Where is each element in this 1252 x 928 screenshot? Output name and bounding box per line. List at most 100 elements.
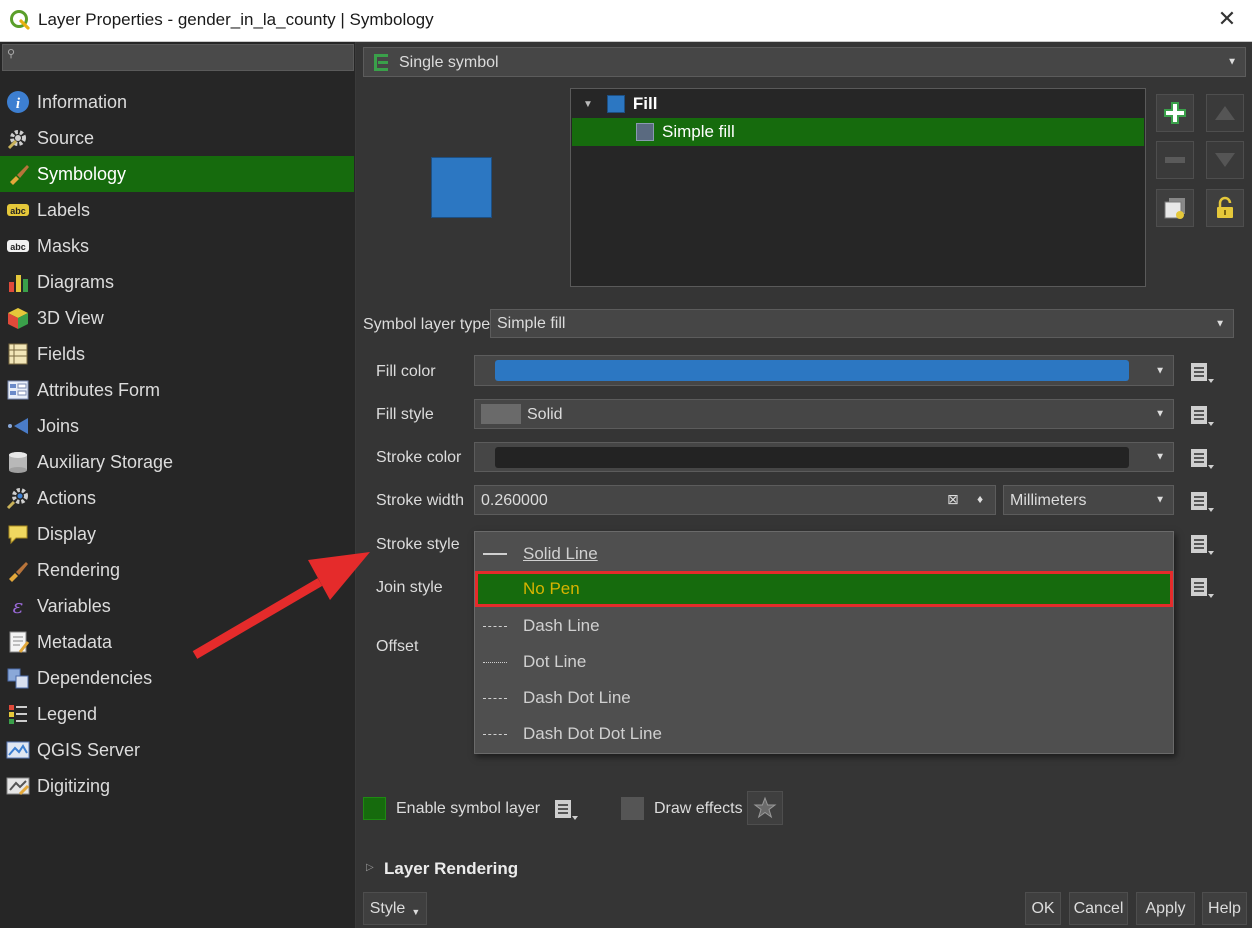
style-menu-button[interactable]: Style ▼ <box>363 892 427 925</box>
stroke-color-button[interactable]: ▼ <box>474 442 1174 472</box>
data-defined-override-button[interactable] <box>1185 400 1219 430</box>
expand-arrow-icon[interactable]: ▷ <box>366 862 374 873</box>
chevron-down-icon: ▼ <box>1227 56 1237 68</box>
lock-open-icon <box>1217 196 1233 218</box>
sidebar-item-rendering[interactable]: Rendering <box>0 552 356 588</box>
sidebar-item-label: Variables <box>37 595 111 616</box>
chevron-down-icon: ▼ <box>1155 408 1165 420</box>
data-defined-override-button[interactable] <box>1185 529 1219 559</box>
draw-effects-customize-button[interactable] <box>747 791 783 825</box>
dropdown-item-dot-line[interactable]: Dot Line <box>475 644 1173 680</box>
clear-icon[interactable]: ⊠ <box>947 491 959 508</box>
sidebar-list: i Information Source Symbology abc Label… <box>0 84 356 804</box>
sidebar-item-metadata[interactable]: Metadata <box>0 624 356 660</box>
ok-button[interactable]: OK <box>1025 892 1061 925</box>
data-defined-override-button[interactable] <box>1185 443 1219 473</box>
dropdown-item-solid-line[interactable]: Solid Line <box>475 536 1173 572</box>
symbol-layer-type-select[interactable]: Simple fill ▼ <box>490 309 1234 338</box>
collapse-arrow-icon[interactable]: ▼ <box>583 99 593 110</box>
symbol-preview <box>431 157 492 218</box>
dropdown-item-dash-dot-dot-line[interactable]: Dash Dot Dot Line <box>475 716 1173 752</box>
ok-button-label: OK <box>1031 899 1055 917</box>
fields-icon <box>5 341 31 367</box>
layer-rendering-header[interactable]: Layer Rendering <box>384 859 518 879</box>
cancel-button[interactable]: Cancel <box>1069 892 1128 925</box>
sidebar-item-masks[interactable]: abc Masks <box>0 228 356 264</box>
spin-arrows-icon[interactable]: ♦ <box>977 492 983 506</box>
plus-icon <box>1164 102 1186 124</box>
sidebar-item-3d-view[interactable]: 3D View <box>0 300 356 336</box>
data-defined-override-button[interactable] <box>1185 572 1219 602</box>
stroke-width-unit-value: Millimeters <box>1010 492 1087 509</box>
sidebar-item-variables[interactable]: ε Variables <box>0 588 356 624</box>
no-pen-sample-icon <box>483 589 507 590</box>
fill-style-select[interactable]: Solid ▼ <box>474 399 1174 429</box>
sidebar-item-label: Rendering <box>37 559 121 580</box>
simple-fill-swatch-icon <box>636 123 654 141</box>
stroke-width-unit-select[interactable]: Millimeters ▼ <box>1003 485 1174 515</box>
symbology-panel: Single symbol ▼ ▼ Fill Simple fill Symbo… <box>357 42 1252 928</box>
lock-layer-color-button[interactable] <box>1206 189 1244 227</box>
sidebar-item-symbology[interactable]: Symbology <box>0 156 354 192</box>
help-button-label: Help <box>1208 899 1241 917</box>
dash-dot-line-sample-icon <box>483 697 507 699</box>
sidebar-item-label: QGIS Server <box>37 739 141 760</box>
apply-button[interactable]: Apply <box>1136 892 1195 925</box>
dropdown-item-no-pen[interactable]: No Pen <box>475 571 1173 607</box>
sidebar-item-labels[interactable]: abc Labels <box>0 192 356 228</box>
dot-line-sample-icon <box>483 661 507 663</box>
solid-line-sample-icon <box>483 553 507 555</box>
enable-symbol-layer-checkbox[interactable] <box>363 797 386 820</box>
data-defined-override-button[interactable] <box>1185 486 1219 516</box>
form-icon <box>5 377 31 403</box>
dropdown-item-label: Dash Dot Dot Line <box>523 724 662 743</box>
chevron-down-icon: ▼ <box>1155 451 1165 463</box>
sidebar-item-source[interactable]: Source <box>0 120 356 156</box>
dropdown-item-dash-dot-line[interactable]: Dash Dot Line <box>475 680 1173 716</box>
tree-item-fill[interactable]: ▼ Fill <box>571 91 1145 117</box>
dropdown-item-dash-line[interactable]: Dash Line <box>475 608 1173 644</box>
fill-color-button[interactable]: ▼ <box>474 355 1174 386</box>
dash-dot-dot-line-sample-icon <box>483 733 507 735</box>
duplicate-symbol-layer-button[interactable] <box>1156 189 1194 227</box>
sidebar-item-actions[interactable]: Actions <box>0 480 356 516</box>
sidebar-item-auxiliary-storage[interactable]: Auxiliary Storage <box>0 444 356 480</box>
dash-line-sample-icon <box>483 625 507 627</box>
help-button[interactable]: Help <box>1202 892 1247 925</box>
sidebar-item-qgis-server[interactable]: QGIS Server <box>0 732 356 768</box>
diagrams-icon <box>5 269 31 295</box>
sidebar-item-digitizing[interactable]: Digitizing <box>0 768 356 804</box>
fill-swatch-icon <box>606 95 625 113</box>
move-down-button[interactable] <box>1206 141 1244 179</box>
sidebar-search-input[interactable]: ⚲ <box>2 44 354 71</box>
data-defined-override-button[interactable] <box>549 794 583 824</box>
tree-item-simple-fill[interactable]: Simple fill <box>572 118 1144 146</box>
sidebar-item-legend[interactable]: Legend <box>0 696 356 732</box>
sidebar-item-fields[interactable]: Fields <box>0 336 356 372</box>
renderer-type-select[interactable]: Single symbol ▼ <box>363 47 1246 77</box>
chevron-down-icon: ▼ <box>411 906 421 917</box>
stroke-color-label: Stroke color <box>376 449 462 466</box>
dropdown-item-label: Dot Line <box>523 652 587 671</box>
enable-symbol-layer-label: Enable symbol layer <box>396 800 541 817</box>
remove-symbol-layer-button[interactable] <box>1156 141 1194 179</box>
style-button-label: Style <box>369 899 406 917</box>
add-symbol-layer-button[interactable] <box>1156 94 1194 132</box>
sidebar-item-label: Masks <box>37 235 90 256</box>
move-up-button[interactable] <box>1206 94 1244 132</box>
sidebar-item-diagrams[interactable]: Diagrams <box>0 264 356 300</box>
data-defined-override-button[interactable] <box>1185 357 1219 387</box>
stroke-width-spinbox[interactable]: 0.260000 ⊠ ♦ <box>474 485 996 515</box>
sidebar-item-dependencies[interactable]: Dependencies <box>0 660 356 696</box>
cancel-button-label: Cancel <box>1073 899 1124 917</box>
close-button[interactable]: ✕ <box>1216 8 1238 32</box>
cube-3d-icon <box>5 305 31 331</box>
data-defined-icon <box>1191 492 1214 512</box>
sidebar-item-label: Diagrams <box>37 271 115 292</box>
sidebar-item-information[interactable]: i Information <box>0 84 356 120</box>
minus-icon <box>1165 157 1185 163</box>
sidebar-item-attributes-form[interactable]: Attributes Form <box>0 372 356 408</box>
sidebar-item-joins[interactable]: Joins <box>0 408 356 444</box>
draw-effects-checkbox[interactable] <box>621 797 644 820</box>
sidebar-item-display[interactable]: Display <box>0 516 356 552</box>
